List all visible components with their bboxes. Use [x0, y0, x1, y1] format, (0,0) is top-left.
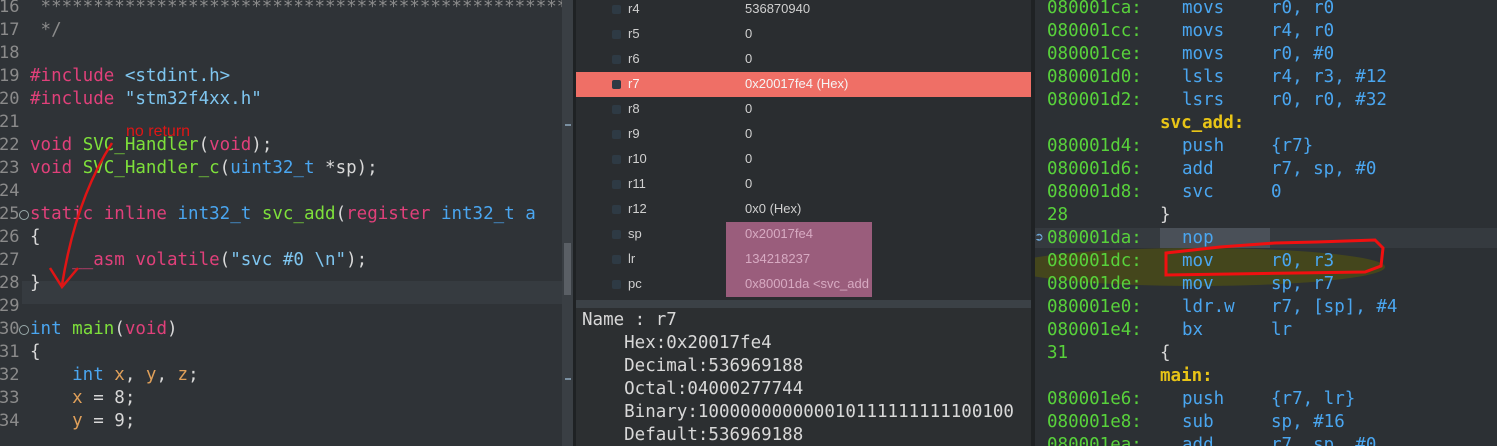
register-row-r12[interactable]: r12 0x0 (Hex)	[576, 197, 1031, 222]
register-value[interactable]: 134218237	[745, 251, 810, 266]
register-icon	[612, 105, 621, 114]
register-row-r10[interactable]: r10 0	[576, 147, 1031, 172]
register-icon	[612, 155, 621, 164]
register-value[interactable]: 0x20017fe4	[745, 226, 813, 241]
register-icon	[612, 280, 621, 289]
source-editor[interactable]: 16 17 18 19 20 21 22 23 24 25 26 27 28 29 30 31 32 33 34 *…	[0, 0, 573, 446]
annotation-box	[1164, 238, 1385, 277]
annotation-arrow	[48, 142, 114, 290]
register-name: r7	[628, 76, 640, 91]
details-divider[interactable]	[576, 300, 1031, 308]
register-name: r9	[628, 126, 640, 141]
detail-decimal: Decimal:536969188	[582, 356, 804, 376]
register-icon	[612, 30, 621, 39]
register-value[interactable]: 0x80001da <svc_add	[745, 276, 869, 291]
register-name: sp	[628, 226, 642, 241]
register-row-lr[interactable]: lr 134218237	[576, 247, 1031, 272]
register-value[interactable]: 0x20017fe4 (Hex)	[745, 76, 848, 91]
register-row-r9[interactable]: r9 0	[576, 122, 1031, 147]
register-row-r11[interactable]: r11 0	[576, 172, 1031, 197]
register-icon	[612, 255, 621, 264]
register-name: r8	[628, 101, 640, 116]
register-details: Name : r7 Hex:0x20017fe4 Decimal:5369691…	[576, 308, 1031, 446]
register-row-r6[interactable]: r6 0	[576, 47, 1031, 72]
register-value[interactable]: 536870940	[745, 1, 810, 16]
register-row-r5[interactable]: r5 0	[576, 22, 1031, 47]
register-name: r12	[628, 201, 647, 216]
registers-view[interactable]: r4 536870940 r5 0 r6 0 r7 0x20017fe4 (Hex) r8 0 r9…	[576, 0, 1031, 446]
register-row-sp[interactable]: sp 0x20017fe4	[576, 222, 1031, 247]
registers-table: r4 536870940 r5 0 r6 0 r7 0x20017fe4 (Hex) r8 0 r9…	[576, 0, 1031, 300]
register-icon	[612, 130, 621, 139]
register-name: r4	[628, 1, 640, 16]
register-name: r6	[628, 51, 640, 66]
register-icon	[612, 180, 621, 189]
register-name: r11	[628, 176, 646, 191]
register-icon	[612, 55, 621, 64]
register-name: r10	[628, 151, 647, 166]
register-name: pc	[628, 276, 642, 291]
register-value[interactable]: 0	[745, 126, 752, 141]
register-row-r4[interactable]: r4 536870940	[576, 0, 1031, 22]
register-value[interactable]: 0x0 (Hex)	[745, 201, 801, 216]
register-value[interactable]: 0	[745, 51, 752, 66]
register-row-pc[interactable]: pc 0x80001da <svc_add	[576, 272, 1031, 297]
register-value[interactable]: 0	[745, 151, 752, 166]
register-row-r8[interactable]: r8 0	[576, 97, 1031, 122]
register-value[interactable]: 0	[745, 101, 752, 116]
detail-name: Name : r7	[582, 310, 677, 330]
register-icon	[612, 205, 621, 214]
detail-octal: Octal:04000277744	[582, 379, 804, 399]
register-row-r7[interactable]: r7 0x20017fe4 (Hex)	[576, 72, 1031, 97]
detail-hex: Hex:0x20017fe4	[582, 333, 772, 353]
detail-default: Default:536969188	[582, 425, 804, 445]
register-name: r5	[628, 26, 640, 41]
register-icon	[612, 80, 621, 89]
register-icon	[612, 230, 621, 239]
register-value[interactable]: 0	[745, 26, 752, 41]
register-icon	[612, 5, 621, 14]
detail-binary: Binary:100000000000010111111111100100	[582, 402, 1014, 422]
disassembly-view[interactable]: ➲ 080001ca: movs r0, r0 080001cc: movs r4, r0…	[1035, 0, 1497, 446]
register-name: lr	[628, 251, 636, 266]
register-value[interactable]: 0	[745, 176, 752, 191]
